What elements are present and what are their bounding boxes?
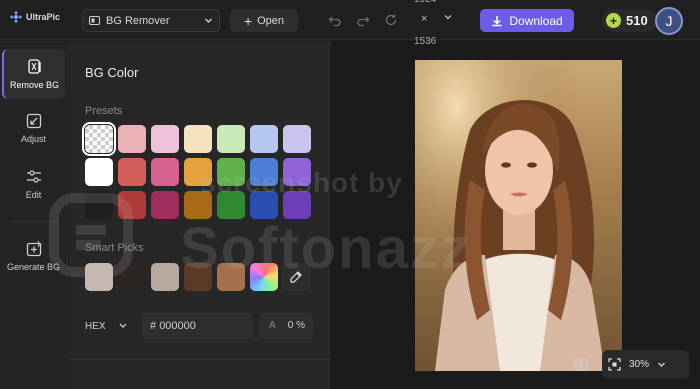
preset-swatch[interactable]	[151, 191, 179, 219]
download-label: Download	[509, 13, 563, 28]
fit-screen-icon	[608, 358, 621, 371]
preset-swatch[interactable]	[217, 158, 245, 186]
open-button[interactable]: + Open	[230, 9, 298, 32]
redo-icon	[357, 16, 370, 27]
preset-swatch[interactable]	[184, 191, 212, 219]
sidebar-item-label: Remove BG	[9, 80, 60, 90]
eyedropper-icon	[290, 271, 302, 283]
image-height-value: 1536	[414, 36, 437, 47]
image-width-value[interactable]: 1024	[414, 0, 436, 5]
preset-swatch[interactable]	[151, 125, 179, 153]
preset-swatch[interactable]	[85, 158, 113, 186]
portrait-illustration	[415, 60, 622, 371]
preset-swatch[interactable]	[82, 122, 116, 156]
sidebar-item-label: Adjust	[20, 134, 46, 144]
preset-swatch[interactable]	[118, 158, 146, 186]
preset-swatch[interactable]	[217, 125, 245, 153]
top-toolbar: UltraPic BG Remover + Open 1024 ×	[0, 0, 700, 40]
color-mode-select[interactable]: HEX	[85, 321, 106, 332]
adjust-icon	[26, 113, 41, 129]
tool-select-value: BG Remover	[106, 14, 170, 27]
generate-bg-icon	[26, 240, 42, 257]
preset-swatch[interactable]	[151, 158, 179, 186]
alpha-value: 0	[287, 320, 294, 331]
sidebar-item-remove-bg[interactable]: Remove BG	[2, 49, 65, 99]
app-name: UltraPic	[26, 12, 61, 22]
alpha-value-wrap: 0 %	[288, 320, 305, 331]
preset-swatch[interactable]	[217, 191, 245, 219]
preset-swatch[interactable]	[184, 158, 212, 186]
remove-bg-icon	[27, 59, 41, 74]
smart-pick-swatch[interactable]	[184, 263, 212, 291]
undo-icon	[328, 16, 341, 27]
redo-button[interactable]	[354, 11, 372, 29]
download-button[interactable]: Download	[480, 9, 574, 32]
edit-sliders-icon	[26, 170, 41, 183]
chevron-down-icon	[658, 362, 666, 367]
open-label: Open	[257, 14, 285, 27]
undo-button[interactable]	[326, 11, 344, 29]
bg-remover-icon	[89, 16, 100, 25]
preset-swatch[interactable]	[184, 125, 212, 153]
app-logo[interactable]: UltraPic	[10, 11, 60, 23]
preset-swatch[interactable]	[283, 125, 311, 153]
preset-swatch[interactable]	[250, 158, 278, 186]
alpha-unit: %	[296, 320, 305, 331]
zoom-control[interactable]: 30%	[602, 350, 689, 379]
hex-prefix: #	[150, 320, 157, 332]
compare-toggle[interactable]	[574, 359, 588, 374]
hex-value: 000000	[159, 320, 196, 332]
chevron-down-icon[interactable]	[118, 318, 128, 332]
credits-badge[interactable]: + 510	[602, 9, 657, 32]
zoom-level: 30%	[629, 359, 650, 370]
preset-swatch[interactable]	[250, 191, 278, 219]
avatar-initial: J	[665, 13, 673, 29]
ultrapic-logo-icon	[10, 11, 22, 23]
watermark-logo-icon	[49, 193, 133, 277]
portrait-photo[interactable]	[415, 60, 622, 371]
sidebar-item-label: Edit	[25, 190, 42, 200]
chevron-down-icon	[205, 18, 212, 23]
compare-icon	[574, 359, 588, 371]
plus-icon: +	[243, 12, 253, 29]
preset-swatch[interactable]	[250, 125, 278, 153]
panel-title: BG Color	[85, 65, 139, 80]
hex-field[interactable]: # 000000	[142, 313, 253, 339]
size-chevron-down-icon[interactable]	[443, 12, 453, 22]
preset-swatch[interactable]	[283, 158, 311, 186]
smart-pick-swatch[interactable]	[151, 263, 179, 291]
image-canvas: 1536 30%	[331, 36, 700, 389]
sidebar-item-adjust[interactable]: Adjust	[2, 103, 65, 153]
preset-swatch[interactable]	[283, 191, 311, 219]
eyedropper-button[interactable]	[282, 263, 310, 291]
hex-input-row: HEX # 000000 A 0 %	[69, 311, 330, 345]
credits-count: 510	[626, 13, 648, 28]
smart-pick-swatch[interactable]	[250, 263, 278, 291]
panel-divider	[69, 359, 330, 360]
presets-heading: Presets	[85, 105, 123, 117]
alpha-field[interactable]: A 0 %	[259, 313, 313, 339]
reset-button[interactable]	[382, 11, 400, 29]
dimension-separator: ×	[421, 13, 428, 25]
smart-pick-swatch[interactable]	[217, 263, 245, 291]
user-avatar[interactable]: J	[655, 7, 683, 35]
preset-swatch[interactable]	[118, 125, 146, 153]
download-icon	[492, 15, 502, 26]
tool-select-dropdown[interactable]: BG Remover	[82, 9, 220, 32]
alpha-label: A	[269, 320, 276, 331]
reset-icon	[385, 14, 397, 26]
plus-coin-icon: +	[606, 13, 621, 28]
